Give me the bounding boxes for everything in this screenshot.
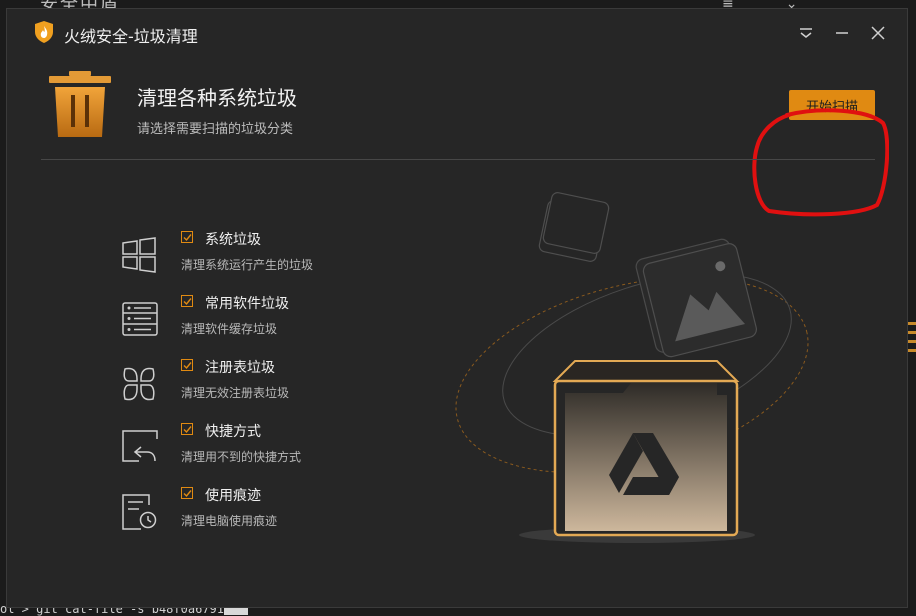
category-desc: 清理电脑使用痕迹 xyxy=(181,514,278,528)
checkmark-icon xyxy=(183,298,192,306)
category-desc: 清理无效注册表垃圾 xyxy=(181,386,290,400)
checkbox[interactable] xyxy=(181,423,193,435)
category-desc: 清理软件缓存垃圾 xyxy=(181,322,278,336)
cleanup-illustration xyxy=(455,192,809,543)
checkbox[interactable] xyxy=(181,487,193,499)
category-item: 快捷方式 清理用不到的快捷方式 xyxy=(119,421,419,481)
checkbox[interactable] xyxy=(181,231,193,243)
title-bar: 火绒安全-垃圾清理 xyxy=(7,9,907,57)
folder-box-icon xyxy=(552,360,740,537)
checkmark-icon xyxy=(183,490,192,498)
category-label: 使用痕迹 xyxy=(205,488,261,504)
checkmark-icon xyxy=(183,426,192,434)
windows-icon xyxy=(122,237,156,273)
category-label: 快捷方式 xyxy=(205,424,261,440)
start-scan-button[interactable]: 开始扫描 xyxy=(789,90,875,120)
huorong-logo-icon xyxy=(35,21,53,43)
category-item: 使用痕迹 清理电脑使用痕迹 xyxy=(119,485,419,545)
menu-icon xyxy=(800,28,812,38)
menu-button[interactable] xyxy=(794,21,818,45)
minimize-icon xyxy=(836,32,848,34)
category-desc: 清理用不到的快捷方式 xyxy=(181,450,302,464)
trash-bin-icon xyxy=(49,71,111,137)
minimize-button[interactable] xyxy=(830,21,854,45)
header: 清理各种系统垃圾 请选择需要扫描的垃圾分类 开始扫描 xyxy=(7,57,907,217)
list-icon xyxy=(122,302,158,336)
category-item: 常用软件垃圾 清理软件缓存垃圾 xyxy=(119,293,419,353)
history-icon xyxy=(122,494,157,530)
category-desc: 清理系统运行产生的垃圾 xyxy=(181,258,314,272)
checkmark-icon xyxy=(183,234,192,242)
close-icon xyxy=(871,26,885,40)
page-subtitle: 请选择需要扫描的垃圾分类 xyxy=(137,122,294,137)
floating-image-icon xyxy=(635,238,758,358)
page-title: 清理各种系统垃圾 xyxy=(137,86,297,110)
category-label: 系统垃圾 xyxy=(205,232,261,248)
category-label: 注册表垃圾 xyxy=(205,360,275,376)
background-right-strip xyxy=(908,316,916,446)
floating-card-icon xyxy=(538,192,610,262)
cleanup-window: 火绒安全-垃圾清理 清理各种系统垃圾 请选择需要扫描的垃圾分类 开始扫描 系统垃… xyxy=(6,8,908,608)
header-divider xyxy=(41,159,875,160)
checkbox[interactable] xyxy=(181,295,193,307)
category-label: 常用软件垃圾 xyxy=(205,296,289,312)
checkbox[interactable] xyxy=(181,359,193,371)
registry-icon xyxy=(123,367,155,401)
checkmark-icon xyxy=(183,362,192,370)
close-button[interactable] xyxy=(866,21,890,45)
window-title: 火绒安全-垃圾清理 xyxy=(64,27,198,46)
shortcut-icon xyxy=(122,430,158,462)
category-item: 系统垃圾 清理系统运行产生的垃圾 xyxy=(119,229,419,289)
category-item: 注册表垃圾 清理无效注册表垃圾 xyxy=(119,357,419,417)
